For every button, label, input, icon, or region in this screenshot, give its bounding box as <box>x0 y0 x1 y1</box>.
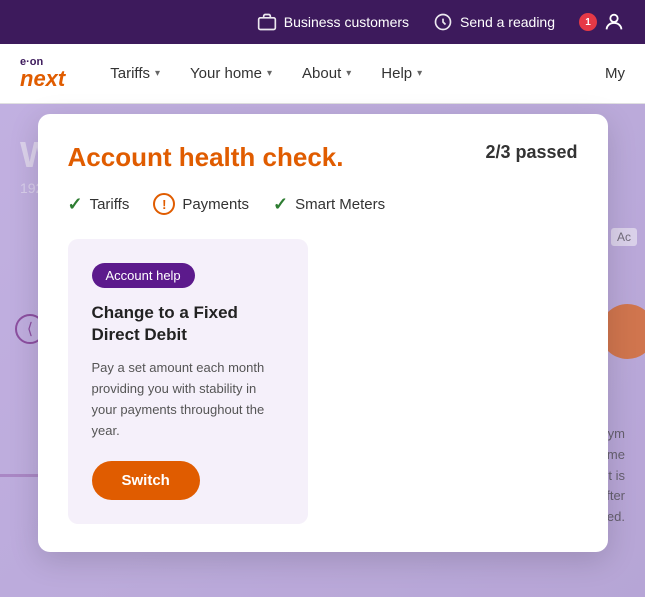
nav-help-label: Help <box>381 65 412 82</box>
notification-badge: 1 <box>579 13 597 31</box>
check-tariffs: ✓ Tariffs <box>68 194 130 215</box>
check-smart-meters: ✓ Smart Meters <box>273 194 385 215</box>
chevron-down-icon: ▾ <box>346 68 351 79</box>
card-title: Change to a Fixed Direct Debit <box>92 302 284 346</box>
account-icon-area[interactable]: 1 <box>579 11 625 33</box>
help-card: Account help Change to a Fixed Direct De… <box>68 239 308 524</box>
chevron-down-icon: ▾ <box>155 68 160 79</box>
modal-score: 2/3 passed <box>485 142 577 163</box>
check-payments: ! Payments <box>153 193 249 215</box>
chevron-down-icon: ▾ <box>417 68 422 79</box>
modal-checks: ✓ Tariffs ! Payments ✓ Smart Meters <box>68 193 578 215</box>
nav-about-label: About <box>302 65 341 82</box>
card-description: Pay a set amount each month providing yo… <box>92 358 284 441</box>
checkmark-smart-meters-icon: ✓ <box>273 194 288 215</box>
nav-items: Tariffs ▾ Your home ▾ About ▾ Help ▾ My <box>95 44 625 104</box>
checkmark-tariffs-icon: ✓ <box>68 194 83 215</box>
business-customers-link[interactable]: Business customers <box>257 12 409 32</box>
nav-tariffs-label: Tariffs <box>110 65 150 82</box>
briefcase-icon <box>257 12 277 32</box>
card-badge: Account help <box>92 263 195 288</box>
nav-item-my[interactable]: My <box>605 65 625 82</box>
nav-my-label: My <box>605 65 625 82</box>
logo[interactable]: e·on next <box>20 57 65 90</box>
meter-icon <box>433 12 453 32</box>
logo-next-text: next <box>20 68 65 90</box>
nav-your-home-label: Your home <box>190 65 262 82</box>
check-payments-label: Payments <box>182 196 249 213</box>
check-tariffs-label: Tariffs <box>90 196 130 213</box>
health-check-modal: Account health check. 2/3 passed ✓ Tarif… <box>38 114 608 552</box>
nav-item-about[interactable]: About ▾ <box>287 44 366 104</box>
top-bar: Business customers Send a reading 1 <box>0 0 645 44</box>
switch-button[interactable]: Switch <box>92 461 200 500</box>
account-icon <box>603 11 625 33</box>
modal-title: Account health check. <box>68 142 344 173</box>
modal-overlay: Account health check. 2/3 passed ✓ Tarif… <box>0 104 645 597</box>
nav-item-your-home[interactable]: Your home ▾ <box>175 44 287 104</box>
business-customers-label: Business customers <box>284 14 409 30</box>
nav-item-help[interactable]: Help ▾ <box>366 44 437 104</box>
modal-header: Account health check. 2/3 passed <box>68 142 578 173</box>
send-reading-label: Send a reading <box>460 14 555 30</box>
nav-item-tariffs[interactable]: Tariffs ▾ <box>95 44 175 104</box>
warning-payments-icon: ! <box>153 193 175 215</box>
check-smart-meters-label: Smart Meters <box>295 196 385 213</box>
send-reading-link[interactable]: Send a reading <box>433 12 555 32</box>
chevron-down-icon: ▾ <box>267 68 272 79</box>
nav-bar: e·on next Tariffs ▾ Your home ▾ About ▾ … <box>0 44 645 104</box>
